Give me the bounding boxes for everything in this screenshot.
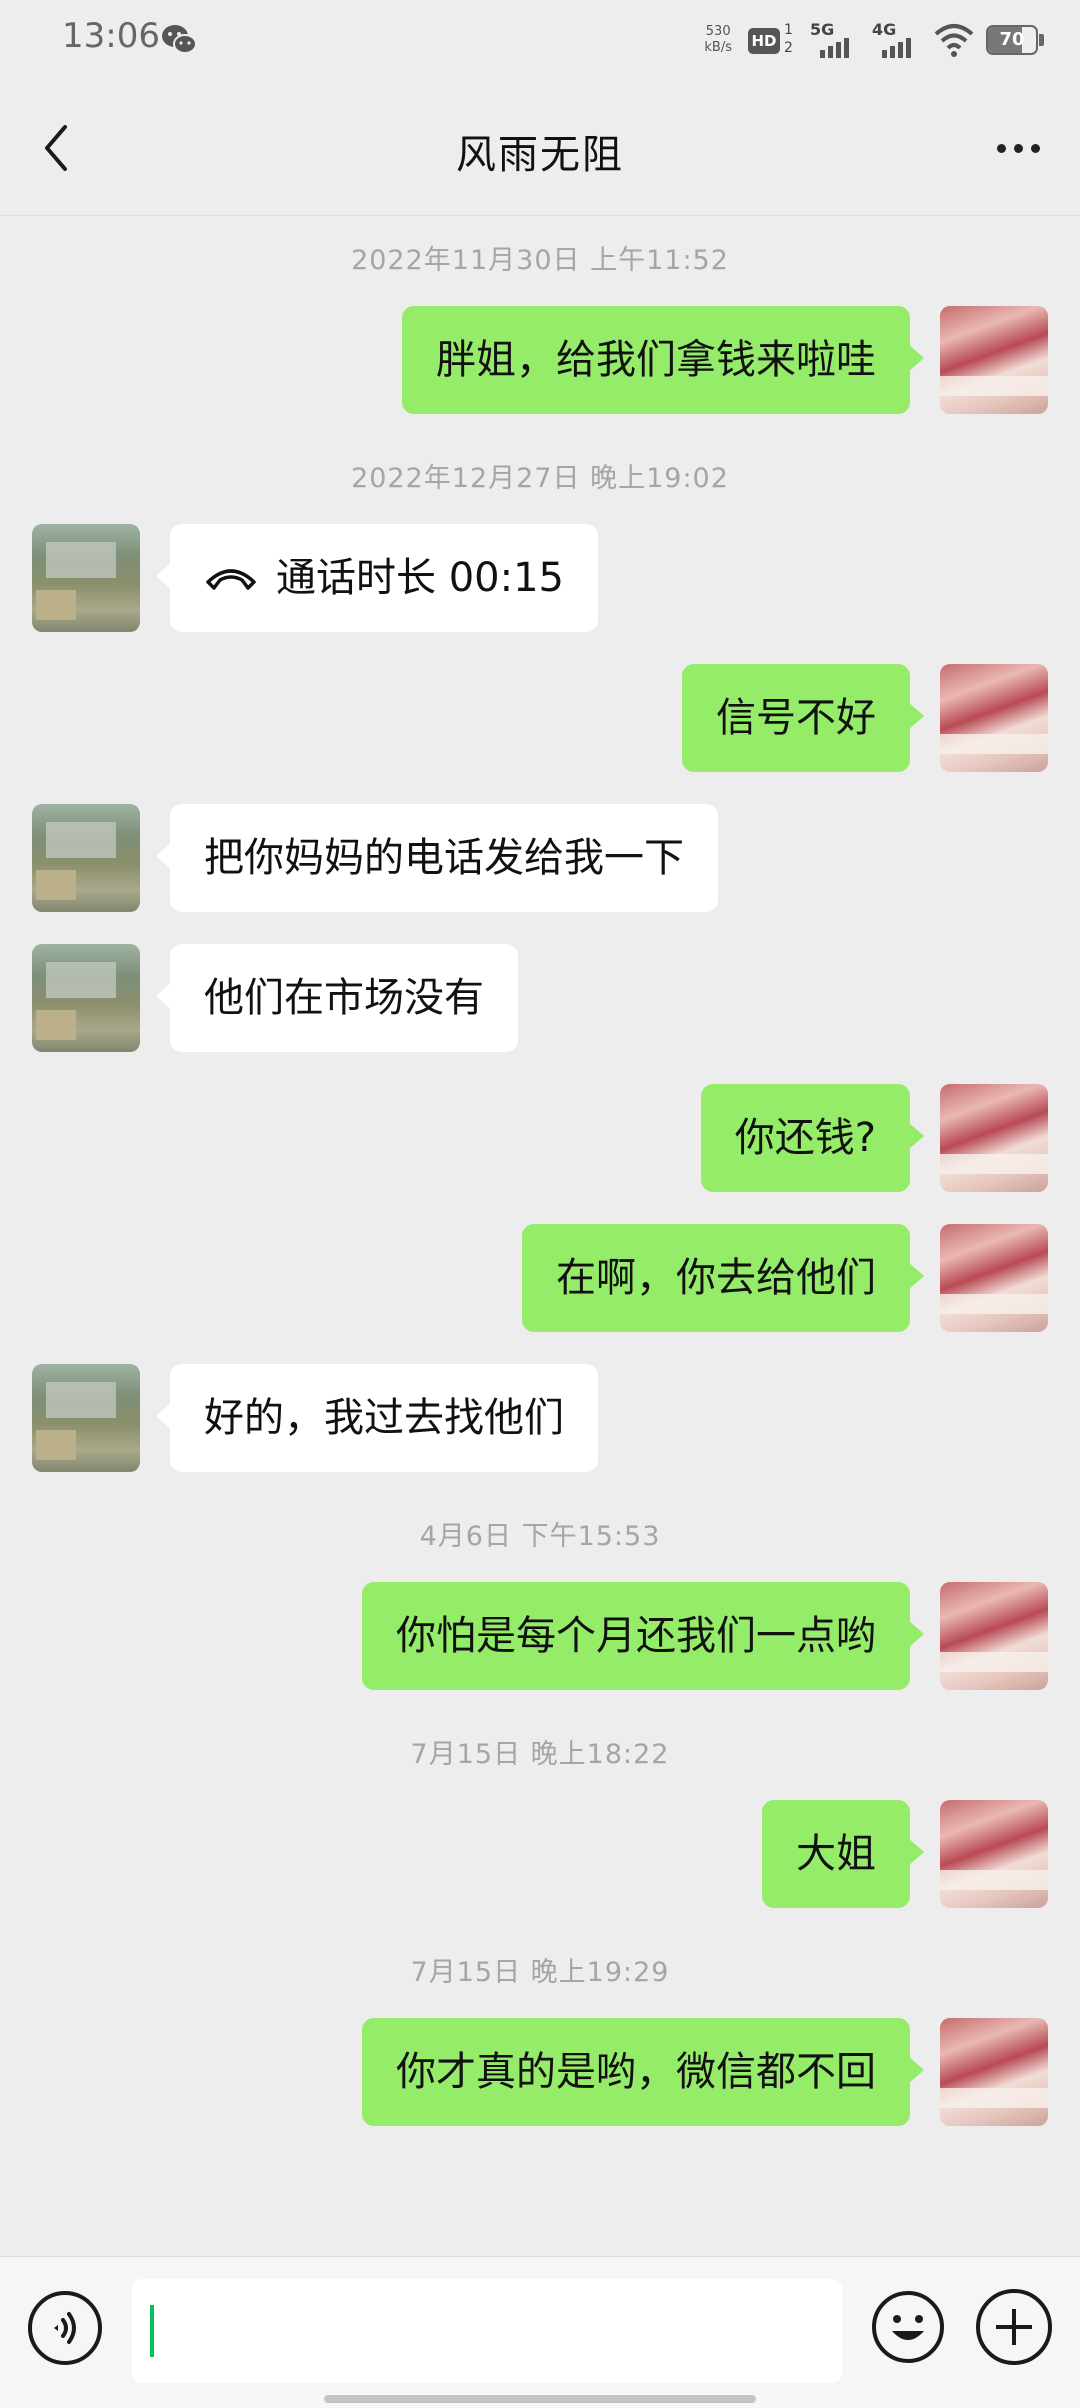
- contact-avatar[interactable]: [32, 1364, 140, 1472]
- wifi-icon: [934, 24, 974, 57]
- timestamp: 2022年12月27日 晚上19:02: [351, 463, 729, 494]
- message-bubble[interactable]: 在啊，你去给他们: [522, 1224, 924, 1332]
- contact-avatar[interactable]: [32, 524, 140, 632]
- input-bar: [0, 2256, 1080, 2408]
- message-text: 你还钱?: [734, 1115, 876, 1161]
- message-bubble[interactable]: 他们在市场没有: [156, 944, 518, 1052]
- status-indicators: 530 kB/s HD 1 2 5G 4G 70: [704, 16, 1044, 64]
- message-text: 在啊，你去给他们: [556, 1255, 876, 1301]
- message-text: 好的，我过去找他们: [204, 1395, 564, 1441]
- received-message: 通话时长 00:15: [0, 524, 1080, 632]
- received-message: 他们在市场没有: [0, 944, 1080, 1052]
- message-text: 把你妈妈的电话发给我一下: [204, 835, 684, 881]
- text-caret: [150, 2305, 154, 2357]
- more-icon: [996, 143, 1006, 153]
- my-avatar[interactable]: [940, 306, 1048, 414]
- message-text: 大姐: [796, 1831, 876, 1877]
- timestamp: 7月15日 晚上19:29: [410, 1957, 670, 1988]
- message-bubble[interactable]: 胖姐，给我们拿钱来啦哇: [402, 306, 924, 414]
- call-record-bubble[interactable]: 通话时长 00:15: [156, 524, 598, 632]
- emoji-button[interactable]: [870, 2289, 946, 2365]
- my-avatar[interactable]: [940, 1582, 1048, 1690]
- signal-5g-icon: 5G: [810, 20, 860, 60]
- plus-button[interactable]: [976, 2289, 1052, 2365]
- message-bubble[interactable]: 你还钱?: [700, 1084, 925, 1192]
- wechat-icon: [162, 25, 197, 54]
- message-text: 你才真的是哟，微信都不回: [396, 2049, 876, 2095]
- chat-screen: 13:06 530 kB/s HD 1 2 5G 4G 70 风雨无阻 2022…: [0, 0, 1080, 2408]
- status-time: 13:06: [62, 16, 160, 56]
- message-bubble[interactable]: 你才真的是哟，微信都不回: [362, 2018, 924, 2126]
- chat-header: 风雨无阻: [0, 80, 1080, 216]
- timestamp: 7月15日 晚上18:22: [410, 1739, 670, 1770]
- voice-input-button[interactable]: [28, 2291, 102, 2365]
- message-text: 信号不好: [716, 695, 876, 741]
- received-message: 好的，我过去找他们: [0, 1364, 1080, 1472]
- sent-message: 你才真的是哟，微信都不回: [0, 2018, 1080, 2126]
- voice-input-icon: [54, 2312, 76, 2344]
- message-list[interactable]: 2022年11月30日 上午11:52 胖姐，给我们拿钱来啦哇 2022年12月27…: [0, 216, 1080, 2256]
- sent-message: 在啊，你去给他们: [0, 1224, 1080, 1332]
- message-text: 你怕是每个月还我们一点哟: [396, 1613, 876, 1659]
- chat-title: 风雨无阻: [456, 132, 624, 178]
- message-bubble[interactable]: 大姐: [762, 1800, 924, 1908]
- message-text: 他们在市场没有: [204, 975, 484, 1021]
- my-avatar[interactable]: [940, 1224, 1048, 1332]
- battery-icon: 70: [986, 25, 1044, 55]
- received-message: 把你妈妈的电话发给我一下: [0, 804, 1080, 912]
- timestamp: 2022年11月30日 上午11:52: [351, 245, 729, 276]
- message-bubble[interactable]: 把你妈妈的电话发给我一下: [156, 804, 718, 912]
- contact-avatar[interactable]: [32, 804, 140, 912]
- network-speed: 530 kB/s: [704, 24, 732, 55]
- status-bar: 13:06 530 kB/s HD 1 2 5G 4G 70: [0, 0, 1080, 80]
- hd-voice-badge: HD 1 2: [748, 22, 798, 58]
- sent-message: 大姐: [0, 1800, 1080, 1908]
- battery-percent: 70: [999, 29, 1025, 50]
- message-input[interactable]: [132, 2279, 842, 2383]
- sent-message: 信号不好: [0, 664, 1080, 772]
- more-button[interactable]: [986, 124, 1050, 172]
- timestamp: 4月6日 下午15:53: [419, 1521, 661, 1552]
- sent-message: 你怕是每个月还我们一点哟: [0, 1582, 1080, 1690]
- sent-message: 胖姐，给我们拿钱来啦哇: [0, 306, 1080, 414]
- message-bubble[interactable]: 你怕是每个月还我们一点哟: [362, 1582, 924, 1690]
- signal-4g-icon: 4G: [872, 20, 922, 60]
- contact-avatar[interactable]: [32, 944, 140, 1052]
- sent-message: 你还钱?: [0, 1084, 1080, 1192]
- my-avatar[interactable]: [940, 1800, 1048, 1908]
- message-bubble[interactable]: 信号不好: [682, 664, 924, 772]
- phone-hangup-icon: [206, 569, 256, 590]
- my-avatar[interactable]: [940, 2018, 1048, 2126]
- message-text: 胖姐，给我们拿钱来啦哇: [436, 337, 876, 383]
- message-text: 通话时长 00:15: [276, 555, 564, 601]
- home-indicator[interactable]: [324, 2395, 756, 2403]
- my-avatar[interactable]: [940, 664, 1048, 772]
- my-avatar[interactable]: [940, 1084, 1048, 1192]
- message-bubble[interactable]: 好的，我过去找他们: [156, 1364, 598, 1472]
